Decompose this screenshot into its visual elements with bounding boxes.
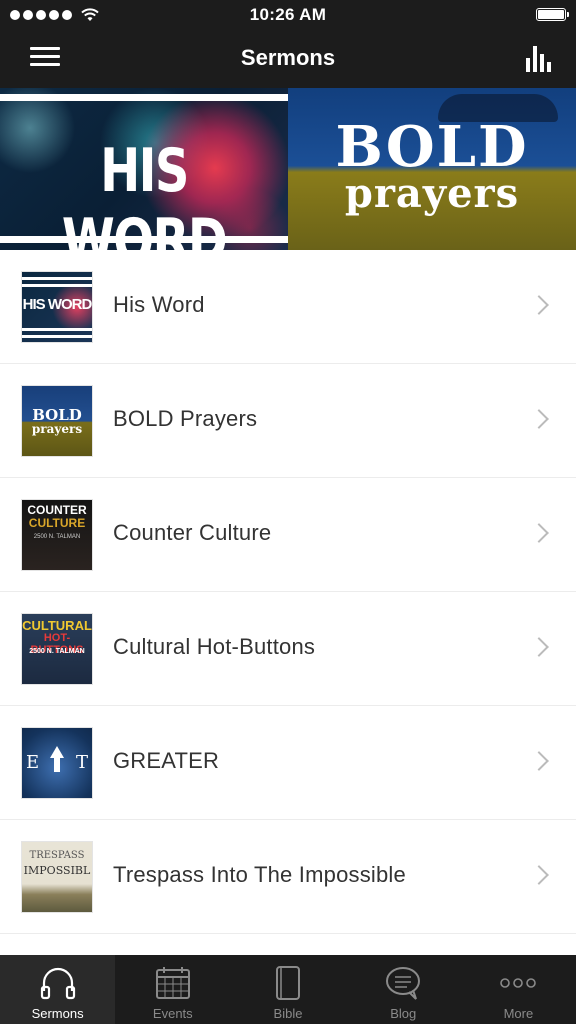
tab-events[interactable]: Events <box>115 955 230 1024</box>
book-icon <box>276 966 300 1000</box>
sermon-thumbnail: BOLD prayers <box>22 386 92 456</box>
list-item[interactable]: E T GREATER <box>0 706 576 820</box>
banner-prayers-subtitle: prayers <box>344 170 520 217</box>
tab-bible[interactable]: Bible <box>230 955 345 1024</box>
bar-chart-icon[interactable] <box>526 44 554 72</box>
tab-label: More <box>503 1006 534 1021</box>
speech-bubble-icon <box>386 967 421 1000</box>
chevron-right-icon <box>529 637 549 657</box>
more-dots-icon <box>500 978 537 988</box>
sermon-title: Counter Culture <box>113 520 272 545</box>
nav-bar: Sermons <box>0 30 576 88</box>
list-item[interactable]: CULTURAL HOT-BUTTONS 2500 N. TALMAN Cult… <box>0 592 576 706</box>
sermon-thumbnail: TRESPASS IMPOSSIBL <box>22 842 92 912</box>
headphones-icon <box>40 967 75 1000</box>
banner-his-word[interactable]: HIS WORD <box>0 88 288 250</box>
page-title: Sermons <box>240 45 336 70</box>
tab-blog[interactable]: Blog <box>346 955 461 1024</box>
list-item[interactable]: TRESPASS IMPOSSIBL Trespass Into The Imp… <box>0 820 576 934</box>
sermon-thumbnail: COUNTER CULTURE 2500 N. TALMAN <box>22 500 92 570</box>
tab-label: Events <box>152 1006 193 1021</box>
featured-banner: HIS WORD BOLD prayers <box>0 88 576 250</box>
chevron-right-icon <box>529 295 549 315</box>
sermon-thumbnail: E T <box>22 728 92 798</box>
list-item[interactable]: HIS WORD His Word <box>0 250 576 364</box>
sermon-thumbnail: HIS WORD <box>22 272 92 342</box>
chevron-right-icon <box>529 751 549 771</box>
banner-his-word-title: HIS WORD <box>61 136 228 250</box>
list-item[interactable] <box>0 934 576 954</box>
list-item[interactable]: COUNTER CULTURE 2500 N. TALMAN Counter C… <box>0 478 576 592</box>
tab-bar: Sermons Events Bible Blog More <box>0 955 576 1024</box>
sermon-list: HIS WORD His Word BOLD prayers BOLD Pray… <box>0 250 576 954</box>
banner-bold-prayers[interactable]: BOLD prayers <box>288 88 576 250</box>
sermon-thumbnail: CULTURAL HOT-BUTTONS 2500 N. TALMAN <box>22 614 92 684</box>
sermon-title: GREATER <box>113 748 220 773</box>
tab-sermons[interactable]: Sermons <box>0 955 116 1024</box>
tab-label: Blog <box>390 1006 417 1021</box>
status-bar: 10:26 AM <box>0 0 576 30</box>
list-item[interactable]: BOLD prayers BOLD Prayers <box>0 364 576 478</box>
tab-more[interactable]: More <box>461 955 576 1024</box>
chevron-right-icon <box>529 409 549 429</box>
sermon-title: Cultural Hot-Buttons <box>113 634 316 659</box>
sermon-title: BOLD Prayers <box>113 406 258 431</box>
chevron-right-icon <box>529 865 549 885</box>
sermon-title: Trespass Into The Impossible <box>113 862 406 887</box>
battery-icon <box>536 8 569 21</box>
status-time: 10:26 AM <box>249 5 327 24</box>
tab-label: Sermons <box>31 1006 84 1021</box>
tab-label: Bible <box>273 1006 303 1021</box>
calendar-icon <box>155 967 190 999</box>
chevron-right-icon <box>529 523 549 543</box>
sermon-title: His Word <box>113 292 205 317</box>
